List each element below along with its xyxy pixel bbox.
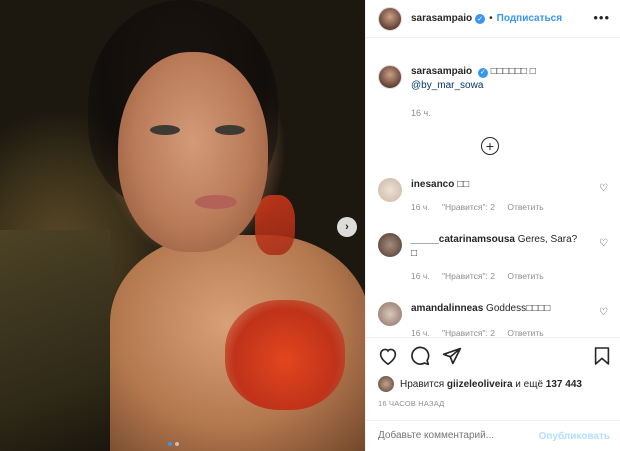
commenter-avatar[interactable] bbox=[378, 178, 402, 202]
photo-eye-right bbox=[215, 125, 245, 135]
post-photo[interactable]: › bbox=[0, 0, 365, 451]
comment-input[interactable] bbox=[378, 430, 528, 441]
comment-like-heart-icon[interactable]: ♡ bbox=[599, 238, 608, 249]
liker-username[interactable]: giizeleoliveira bbox=[447, 379, 513, 390]
verified-badge-icon: ✓ bbox=[475, 13, 486, 24]
chevron-right-icon: › bbox=[345, 221, 349, 233]
comment-bubble-icon[interactable] bbox=[410, 346, 430, 366]
comment-box-divider bbox=[366, 420, 620, 421]
commenter-avatar[interactable] bbox=[378, 233, 402, 257]
comment-time: 16 ч. bbox=[411, 271, 430, 281]
comment-like-heart-icon[interactable]: ♡ bbox=[599, 183, 608, 194]
caption-mention-link[interactable]: @by_mar_sowa bbox=[411, 80, 483, 91]
like-heart-icon[interactable] bbox=[378, 347, 398, 365]
author-avatar[interactable] bbox=[378, 6, 402, 31]
comment-likes[interactable]: "Нравится": 2 bbox=[442, 271, 495, 281]
comment-username[interactable]: _____catarinamsousa bbox=[411, 234, 515, 245]
caption-text: □□□□□□ □ bbox=[490, 66, 536, 77]
comment-item: _____catarinamsousa Geres, Sara? □ 16 ч.… bbox=[378, 233, 608, 283]
photo-swimsuit-strap bbox=[255, 195, 295, 255]
comment-body: _____catarinamsousa Geres, Sara? □ 16 ч.… bbox=[411, 233, 581, 283]
carousel-dot-active bbox=[168, 442, 172, 446]
header-separator: • bbox=[489, 13, 493, 24]
comment-item: inesanco □□ 16 ч. "Нравится": 2 Ответить… bbox=[378, 178, 608, 214]
comment-body: inesanco □□ 16 ч. "Нравится": 2 Ответить bbox=[411, 178, 581, 214]
comment-meta: 16 ч. "Нравится": 2 Ответить bbox=[411, 269, 581, 283]
comment-body: amandalinneas Goddess□□□□ 16 ч. "Нравитс… bbox=[411, 302, 581, 340]
comment-like-heart-icon[interactable]: ♡ bbox=[599, 307, 608, 318]
photo-lips bbox=[195, 195, 237, 209]
comment-text: □□ bbox=[457, 179, 470, 190]
reply-button[interactable]: Ответить bbox=[507, 202, 543, 212]
post-side-panel: sarasampaio ✓ • Подписаться ••• sarasamp… bbox=[365, 0, 620, 451]
commenter-avatar[interactable] bbox=[378, 302, 402, 326]
share-paper-plane-icon[interactable] bbox=[442, 346, 462, 366]
caption-avatar[interactable] bbox=[378, 65, 402, 89]
verified-badge-icon: ✓ bbox=[477, 68, 488, 78]
comment-username[interactable]: amandalinneas bbox=[411, 303, 483, 314]
photo-swimsuit bbox=[225, 300, 345, 410]
post-timestamp: 16 ЧАСОВ НАЗАД bbox=[378, 399, 445, 408]
more-options-icon[interactable]: ••• bbox=[593, 11, 610, 24]
post-actions bbox=[378, 346, 462, 366]
plus-circle-icon: + bbox=[485, 138, 495, 154]
comment-item: amandalinneas Goddess□□□□ 16 ч. "Нравитс… bbox=[378, 302, 608, 340]
likes-summary: Нравится giizeleoliveira и ещё 137 443 bbox=[378, 376, 582, 392]
actions-divider bbox=[366, 337, 620, 338]
post-header: sarasampaio ✓ • Подписаться ••• bbox=[366, 0, 620, 38]
caption-text-block: sarasampaio ✓ □□□□□□ □ @by_mar_sowa bbox=[411, 65, 536, 93]
caption-time: 16 ч. bbox=[411, 108, 431, 118]
comment-likes[interactable]: "Нравится": 2 bbox=[442, 202, 495, 212]
load-more-comments-button[interactable]: + bbox=[481, 137, 499, 155]
post-caption: sarasampaio ✓ □□□□□□ □ @by_mar_sowa bbox=[378, 65, 536, 93]
likes-prefix: Нравится bbox=[400, 378, 445, 390]
follow-button[interactable]: Подписаться bbox=[497, 13, 562, 24]
publish-button[interactable]: Опубликовать bbox=[539, 431, 610, 442]
caption-username[interactable]: sarasampaio bbox=[411, 66, 472, 77]
likes-count[interactable]: 137 443 bbox=[546, 379, 582, 390]
liker-avatar[interactable] bbox=[378, 376, 394, 392]
carousel-dot bbox=[175, 442, 179, 446]
author-username[interactable]: sarasampaio bbox=[411, 13, 472, 24]
photo-eye-left bbox=[150, 125, 180, 135]
comment-text: Goddess□□□□ bbox=[486, 303, 551, 314]
carousel-indicator bbox=[168, 442, 179, 446]
photo-face bbox=[118, 52, 268, 252]
comment-meta: 16 ч. "Нравится": 2 Ответить bbox=[411, 200, 581, 214]
next-slide-button[interactable]: › bbox=[337, 217, 357, 237]
comment-time: 16 ч. bbox=[411, 202, 430, 212]
comment-username[interactable]: inesanco bbox=[411, 179, 454, 190]
likes-and-more: и ещё bbox=[515, 378, 544, 390]
bookmark-save-icon[interactable] bbox=[594, 346, 610, 371]
photo-rock bbox=[0, 230, 110, 451]
reply-button[interactable]: Ответить bbox=[507, 271, 543, 281]
instagram-post-view: › sarasampaio ✓ • Подписаться ••• sarasa… bbox=[0, 0, 620, 451]
